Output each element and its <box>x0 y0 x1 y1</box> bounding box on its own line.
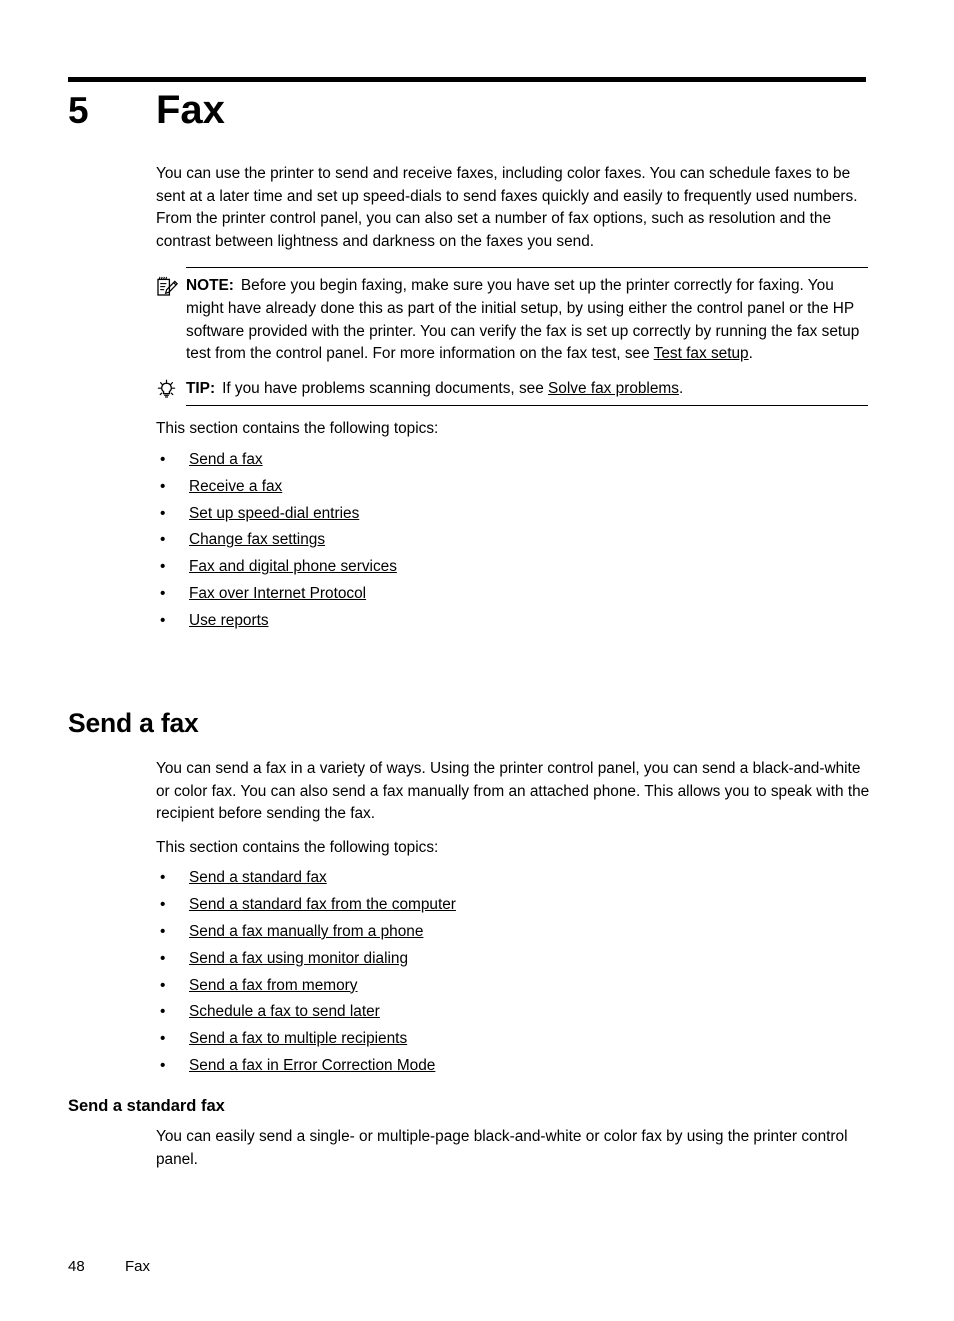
list-item: • Send a fax from memory <box>156 973 870 1000</box>
topic-link-receive-a-fax[interactable]: Receive a fax <box>189 478 282 495</box>
list-item: • Send a standard fax <box>156 865 870 892</box>
list-item: • Fax over Internet Protocol <box>156 581 868 608</box>
topic-link-send-a-fax-using-monitor-dialing[interactable]: Send a fax using monitor dialing <box>189 950 408 967</box>
topic-link-send-a-fax-from-memory[interactable]: Send a fax from memory <box>189 977 358 994</box>
chapter-title: Fax <box>156 88 225 132</box>
topic-link-send-a-fax[interactable]: Send a fax <box>189 451 263 468</box>
topic-link-change-fax-settings[interactable]: Change fax settings <box>189 531 325 548</box>
bullet-glyph: • <box>160 584 166 602</box>
bullet-glyph: • <box>160 1030 166 1048</box>
note-text-after-link: . <box>748 345 753 363</box>
list-item: • Set up speed-dial entries <box>156 501 868 528</box>
section-heading-send-a-fax: Send a fax <box>68 708 199 738</box>
bullet-glyph: • <box>160 504 166 522</box>
note-text-before-link: Before you begin faxing, make sure you h… <box>186 277 860 363</box>
topic-link-send-a-fax-to-multiple-recipients[interactable]: Send a fax to multiple recipients <box>189 1030 407 1047</box>
subsection-send-a-standard-fax-body: You can easily send a single- or multipl… <box>156 1126 870 1182</box>
list-item: • Receive a fax <box>156 474 868 501</box>
note-label: NOTE: <box>186 277 234 295</box>
tip-text-after-link: . <box>678 379 684 397</box>
tip-text-before-link: If you have problems scanning documents,… <box>222 379 549 397</box>
document-page: 5 Fax You can use the printer to send an… <box>0 0 954 1321</box>
list-item: • Schedule a fax to send later <box>156 999 870 1026</box>
list-item: • Send a standard fax from the computer <box>156 892 870 919</box>
tip-label: TIP: <box>186 379 216 397</box>
bullet-glyph: • <box>160 869 166 887</box>
admonition-block: NOTE: Before you begin faxing, make sure … <box>156 267 868 407</box>
note-pencil-icon <box>156 276 180 298</box>
tip-link-solve-fax-problems[interactable]: Solve fax problems <box>548 380 679 397</box>
list-item: • Send a fax to multiple recipients <box>156 1026 870 1053</box>
topic-link-send-a-fax-in-error-correction-mode[interactable]: Send a fax in Error Correction Mode <box>189 1057 435 1074</box>
topic-link-fax-over-internet-protocol[interactable]: Fax over Internet Protocol <box>189 585 366 602</box>
bullet-glyph: • <box>160 922 166 940</box>
note-admonition: NOTE: Before you begin faxing, make sure … <box>156 268 868 370</box>
bullet-glyph: • <box>160 531 166 549</box>
bullet-glyph: • <box>160 896 166 914</box>
bullet-glyph: • <box>160 611 166 629</box>
send-a-fax-paragraph: You can send a fax in a variety of ways.… <box>156 760 870 823</box>
send-a-fax-topics-list: • Send a standard fax • Send a standard fa… <box>156 865 870 1079</box>
topic-link-fax-and-digital-phone-services[interactable]: Fax and digital phone services <box>189 558 397 575</box>
bullet-glyph: • <box>160 477 166 495</box>
send-a-standard-fax-paragraph: You can easily send a single- or multipl… <box>156 1128 848 1168</box>
bullet-glyph: • <box>160 558 166 576</box>
topic-link-send-a-standard-fax[interactable]: Send a standard fax <box>189 869 327 886</box>
lightbulb-icon <box>156 379 180 401</box>
list-item: • Send a fax <box>156 447 868 474</box>
bullet-glyph: • <box>160 976 166 994</box>
list-item: • Send a fax in Error Correction Mode <box>156 1053 870 1080</box>
footer-page-number: 48 <box>68 1258 85 1275</box>
chapter-number: 5 <box>68 90 89 131</box>
list-item: • Fax and digital phone services <box>156 554 868 581</box>
chapter-topics-intro: This section contains the following topi… <box>156 420 439 438</box>
bullet-glyph: • <box>160 1003 166 1021</box>
list-item: • Send a fax using monitor dialing <box>156 946 870 973</box>
chapter-intro-block: You can use the printer to send and rece… <box>156 163 868 635</box>
topic-link-send-a-fax-manually-from-a-phone[interactable]: Send a fax manually from a phone <box>189 923 423 940</box>
topic-link-schedule-a-fax-to-send-later[interactable]: Schedule a fax to send later <box>189 1003 380 1020</box>
chapter-heading: 5 Fax <box>68 90 868 130</box>
chapter-rule <box>68 77 866 82</box>
section-send-a-fax-body: You can send a fax in a variety of ways.… <box>156 758 870 1080</box>
chapter-topics-list: • Send a fax • Receive a fax • Set up speed… <box>156 447 868 635</box>
list-item: • Send a fax manually from a phone <box>156 919 870 946</box>
list-item: • Change fax settings <box>156 527 868 554</box>
list-item: • Use reports <box>156 608 868 635</box>
intro-paragraph: You can use the printer to send and rece… <box>156 165 858 250</box>
page-footer: 48 Fax <box>68 1258 150 1275</box>
note-link-test-fax-setup[interactable]: Test fax setup <box>654 345 749 362</box>
bullet-glyph: • <box>160 949 166 967</box>
topic-link-send-a-standard-fax-from-the-computer[interactable]: Send a standard fax from the computer <box>189 896 456 913</box>
topic-link-use-reports[interactable]: Use reports <box>189 612 269 629</box>
topic-link-set-up-speed-dial-entries[interactable]: Set up speed-dial entries <box>189 505 359 522</box>
bullet-glyph: • <box>160 1056 166 1074</box>
tip-admonition: TIP: If you have problems scanning docume… <box>156 371 868 406</box>
footer-chapter-label: Fax <box>125 1258 151 1275</box>
subsection-heading-send-a-standard-fax: Send a standard fax <box>68 1097 225 1115</box>
admonition-bottom-rule <box>186 405 868 407</box>
send-a-fax-topics-intro: This section contains the following topi… <box>156 838 439 856</box>
bullet-glyph: • <box>160 450 166 468</box>
